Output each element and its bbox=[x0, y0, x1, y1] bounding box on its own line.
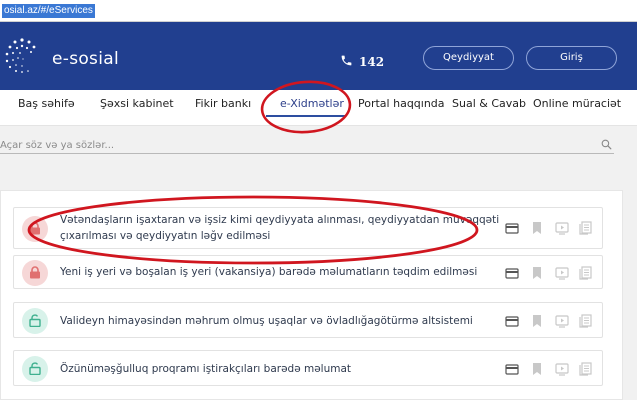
service-title-line: Vətəndaşların işaxtaran və işsiz kimi qe… bbox=[60, 214, 500, 226]
service-card[interactable]: Yeni iş yeri və boşalan iş yeri (vakansi… bbox=[13, 255, 603, 289]
service-card[interactable]: Vətəndaşların işaxtaran və işsiz kimi qe… bbox=[13, 207, 603, 249]
service-title[interactable]: Valideyn himayəsindən məhrum olmuş uşaql… bbox=[60, 313, 473, 329]
video-icon[interactable] bbox=[555, 314, 569, 328]
nav-item-about-portal[interactable]: Portal haqqında bbox=[358, 97, 445, 110]
card-icon[interactable] bbox=[505, 314, 519, 328]
lock-open-icon bbox=[22, 356, 48, 382]
bookmark-icon[interactable] bbox=[530, 221, 544, 235]
service-tools bbox=[505, 266, 593, 280]
nav-item-home[interactable]: Baş səhifə bbox=[18, 97, 75, 110]
service-tools bbox=[505, 362, 593, 376]
url-text[interactable]: osial.az/#/eServices bbox=[2, 4, 95, 18]
video-icon[interactable] bbox=[555, 266, 569, 280]
lock-closed-icon bbox=[22, 260, 48, 286]
bookmark-icon[interactable] bbox=[530, 362, 544, 376]
bookmark-icon[interactable] bbox=[530, 314, 544, 328]
logo-icon[interactable] bbox=[2, 36, 42, 76]
bookmark-icon[interactable] bbox=[530, 266, 544, 280]
nav-item-cabinet[interactable]: Şəxsi kabinet bbox=[100, 97, 174, 110]
search-icon[interactable] bbox=[600, 138, 613, 151]
services-panel: Vətəndaşların işaxtaran və işsiz kimi qe… bbox=[0, 190, 623, 400]
logo-text[interactable]: e-sosial bbox=[52, 49, 119, 69]
nav-item-eservices[interactable]: e-Xidmətlər bbox=[280, 97, 344, 110]
service-card[interactable]: Valideyn himayəsindən məhrum olmuş uşaql… bbox=[13, 302, 603, 338]
phone-icon bbox=[340, 54, 353, 67]
lock-open-icon bbox=[22, 308, 48, 334]
video-icon[interactable] bbox=[555, 221, 569, 235]
nav-item-online-request[interactable]: Online müraciət bbox=[533, 97, 621, 110]
service-tools bbox=[505, 221, 593, 235]
video-icon[interactable] bbox=[555, 362, 569, 376]
document-icon[interactable] bbox=[579, 266, 593, 280]
document-icon[interactable] bbox=[579, 362, 593, 376]
service-title[interactable]: Vətəndaşların işaxtaran və işsiz kimi qe… bbox=[60, 212, 499, 244]
card-icon[interactable] bbox=[505, 362, 519, 376]
phone-number: 142 bbox=[359, 55, 385, 69]
browser-address-bar[interactable]: osial.az/#/eServices bbox=[0, 0, 637, 22]
service-title[interactable]: Özünüməşğulluq proqramı iştirakçıları ba… bbox=[60, 361, 351, 377]
service-tools bbox=[505, 314, 593, 328]
active-tab-indicator bbox=[266, 115, 346, 117]
search-bar bbox=[0, 126, 637, 166]
card-icon[interactable] bbox=[505, 266, 519, 280]
site-header: e-sosial 142 Qeydiyyat Giriş bbox=[0, 22, 637, 90]
main-nav: Baş səhifə Şəxsi kabinet Fikir bankı e-X… bbox=[0, 90, 637, 126]
service-title-line: çıxarılması və qeydiyyatın ləğv edilməsi bbox=[60, 230, 271, 242]
nav-item-qa[interactable]: Sual & Cavab bbox=[452, 97, 526, 110]
register-button[interactable]: Qeydiyyat bbox=[423, 46, 514, 70]
login-button[interactable]: Giriş bbox=[526, 46, 617, 70]
card-icon[interactable] bbox=[505, 221, 519, 235]
document-icon[interactable] bbox=[579, 314, 593, 328]
service-title[interactable]: Yeni iş yeri və boşalan iş yeri (vakansi… bbox=[60, 264, 477, 280]
nav-item-idea-bank[interactable]: Fikir bankı bbox=[195, 97, 251, 110]
lock-closed-icon bbox=[22, 216, 48, 242]
service-card[interactable]: Özünüməşğulluq proqramı iştirakçıları ba… bbox=[13, 350, 603, 386]
document-icon[interactable] bbox=[579, 221, 593, 235]
search-input[interactable] bbox=[0, 138, 614, 154]
